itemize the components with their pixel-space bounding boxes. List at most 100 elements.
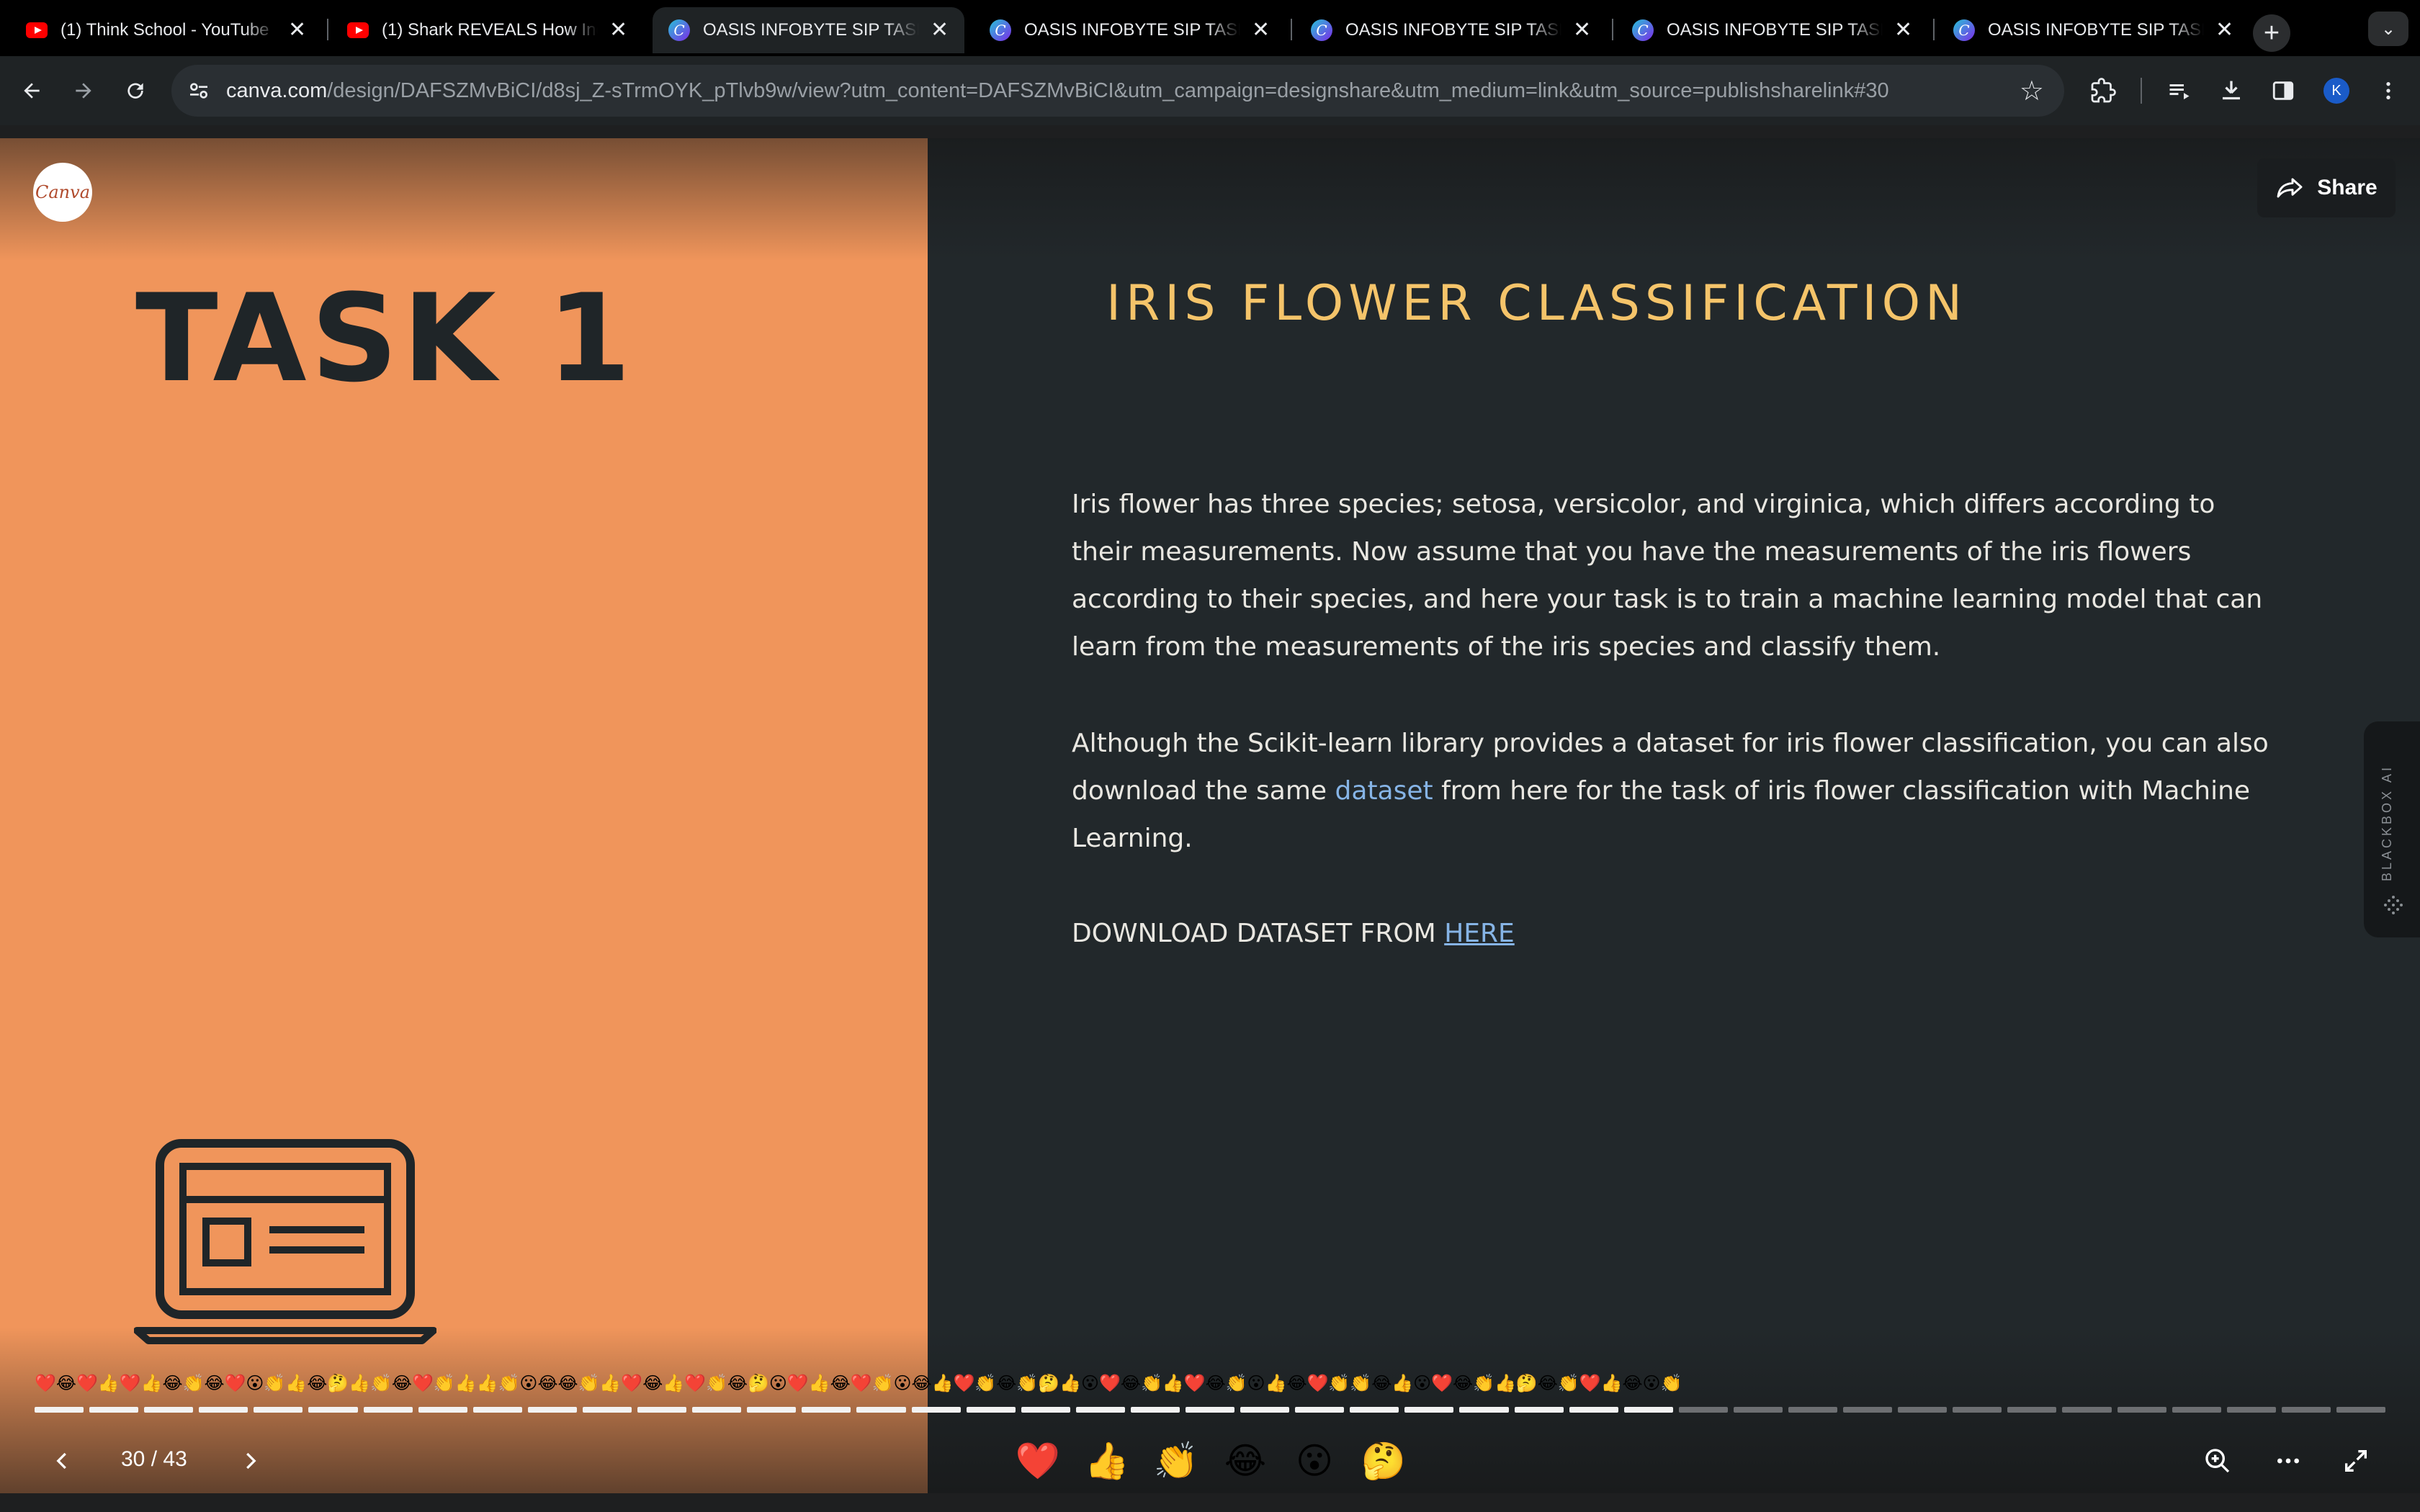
- profile-avatar[interactable]: K: [2323, 78, 2349, 104]
- progress-segment[interactable]: [1459, 1407, 1509, 1413]
- close-tab-icon[interactable]: ✕: [609, 19, 627, 41]
- progress-segment[interactable]: [1898, 1407, 1948, 1413]
- browser-tab[interactable]: C OASIS INFOBYTE SIP TASK ✕: [653, 7, 965, 53]
- react-thumbs-up-button[interactable]: 👍: [1082, 1436, 1132, 1486]
- browser-tab[interactable]: C OASIS INFOBYTE SIP TASK ✕: [1937, 7, 2249, 53]
- next-page-button[interactable]: [225, 1436, 275, 1486]
- url-text: canva.com/design/DAFSZMvBiCI/d8sj_Z-sTrm…: [226, 79, 1889, 103]
- progress-segment[interactable]: [1021, 1407, 1070, 1413]
- close-tab-icon[interactable]: ✕: [2215, 19, 2233, 41]
- progress-segment[interactable]: [527, 1407, 577, 1413]
- canva-logo[interactable]: Canva: [33, 163, 92, 222]
- react-surprised-button[interactable]: 😮: [1289, 1436, 1340, 1486]
- progress-segment[interactable]: [199, 1407, 248, 1413]
- browser-menu-button[interactable]: [2370, 72, 2407, 109]
- download-here-link[interactable]: HERE: [1444, 919, 1515, 948]
- close-tab-icon[interactable]: ✕: [931, 19, 949, 41]
- progress-segment[interactable]: [1514, 1407, 1564, 1413]
- floating-reaction: 😂: [1622, 1374, 1643, 1393]
- floating-reaction: 👏: [1328, 1374, 1350, 1393]
- progress-segment[interactable]: [1733, 1407, 1783, 1413]
- close-tab-icon[interactable]: ✕: [1252, 19, 1270, 41]
- progress-segment[interactable]: [363, 1407, 413, 1413]
- bookmark-star-icon[interactable]: ☆: [2020, 75, 2044, 107]
- progress-segment[interactable]: [1075, 1407, 1125, 1413]
- progress-segment[interactable]: [144, 1407, 194, 1413]
- floating-reaction: 😮: [768, 1374, 787, 1393]
- blackbox-ai-sidebar-tab[interactable]: BLACKBOX AI: [2364, 721, 2420, 937]
- progress-segment[interactable]: [1788, 1407, 1838, 1413]
- floating-reaction: 🤔: [327, 1374, 349, 1393]
- forward-button[interactable]: [65, 72, 102, 109]
- progress-segment[interactable]: [2336, 1407, 2386, 1413]
- back-button[interactable]: [13, 72, 50, 109]
- progress-segment[interactable]: [2281, 1407, 2331, 1413]
- progress-segment[interactable]: [856, 1407, 906, 1413]
- react-laugh-button[interactable]: 😂: [1220, 1436, 1270, 1486]
- tab-separator: [1612, 19, 1613, 40]
- close-tab-icon[interactable]: ✕: [1573, 19, 1591, 41]
- address-bar[interactable]: canva.com/design/DAFSZMvBiCI/d8sj_Z-sTrm…: [171, 65, 2064, 117]
- floating-reaction: 😮: [1642, 1374, 1661, 1393]
- floating-reaction: ❤️: [35, 1374, 56, 1393]
- progress-segment[interactable]: [637, 1407, 687, 1413]
- progress-segment[interactable]: [1953, 1407, 2002, 1413]
- progress-segment[interactable]: [472, 1407, 522, 1413]
- progress-segment[interactable]: [1130, 1407, 1180, 1413]
- progress-segment[interactable]: [89, 1407, 139, 1413]
- progress-segment[interactable]: [1569, 1407, 1618, 1413]
- progress-segment[interactable]: [802, 1407, 851, 1413]
- extensions-button[interactable]: [2084, 72, 2122, 109]
- browser-tab[interactable]: C OASIS INFOBYTE SIP TASK ✕: [974, 7, 1286, 53]
- progress-segment[interactable]: [966, 1407, 1016, 1413]
- new-tab-button[interactable]: +: [2253, 14, 2290, 52]
- close-tab-icon[interactable]: ✕: [1894, 19, 1912, 41]
- browser-tab[interactable]: (1) Shark REVEALS How Indian ✕: [331, 7, 643, 53]
- progress-segment[interactable]: [1678, 1407, 1728, 1413]
- progress-segment[interactable]: [2007, 1407, 2057, 1413]
- previous-page-button[interactable]: [37, 1436, 88, 1486]
- progress-segment[interactable]: [1295, 1407, 1345, 1413]
- site-settings-icon[interactable]: [187, 79, 210, 102]
- browser-tab-title: OASIS INFOBYTE SIP TASK: [1988, 20, 2204, 40]
- share-button[interactable]: Share: [2257, 158, 2396, 217]
- browser-tab[interactable]: C OASIS INFOBYTE SIP TASK ✕: [1295, 7, 1607, 53]
- close-tab-icon[interactable]: ✕: [288, 19, 306, 41]
- progress-segment[interactable]: [35, 1407, 84, 1413]
- progress-segment[interactable]: [2226, 1407, 2276, 1413]
- media-controls-button[interactable]: [2161, 72, 2198, 109]
- floating-reaction: 👏: [1016, 1374, 1039, 1393]
- progress-segment[interactable]: [418, 1407, 467, 1413]
- progress-segment[interactable]: [2062, 1407, 2112, 1413]
- floating-reaction: 😂: [1453, 1374, 1474, 1393]
- side-panel-button[interactable]: [2264, 72, 2302, 109]
- tab-search-button[interactable]: ⌄: [2368, 12, 2408, 46]
- dataset-link[interactable]: dataset: [1335, 776, 1433, 806]
- progress-segment[interactable]: [1240, 1407, 1290, 1413]
- more-options-button[interactable]: [2263, 1436, 2313, 1486]
- progress-segment[interactable]: [1404, 1407, 1454, 1413]
- progress-segment[interactable]: [582, 1407, 632, 1413]
- progress-segment[interactable]: [692, 1407, 742, 1413]
- progress-segment[interactable]: [2117, 1407, 2166, 1413]
- progress-segment[interactable]: [911, 1407, 961, 1413]
- progress-segment[interactable]: [308, 1407, 358, 1413]
- progress-segment[interactable]: [1843, 1407, 1893, 1413]
- zoom-button[interactable]: [2192, 1436, 2243, 1486]
- fullscreen-button[interactable]: [2331, 1436, 2381, 1486]
- progress-segment[interactable]: [1623, 1407, 1673, 1413]
- reload-button[interactable]: [117, 72, 154, 109]
- progress-segment[interactable]: [1185, 1407, 1235, 1413]
- progress-segment[interactable]: [747, 1407, 797, 1413]
- downloads-button[interactable]: [2213, 72, 2250, 109]
- react-thinking-button[interactable]: 🤔: [1358, 1436, 1409, 1486]
- react-heart-button[interactable]: ❤️: [1013, 1436, 1063, 1486]
- progress-segment[interactable]: [1350, 1407, 1399, 1413]
- progress-segment[interactable]: [254, 1407, 303, 1413]
- progress-segment[interactable]: [2172, 1407, 2221, 1413]
- react-clap-button[interactable]: 👏: [1151, 1436, 1201, 1486]
- browser-tab[interactable]: C OASIS INFOBYTE SIP TASK ✕: [1616, 7, 1928, 53]
- browser-tab[interactable]: (1) Think School - YouTube ✕: [10, 7, 322, 53]
- slide-progress-bar[interactable]: [35, 1407, 2386, 1413]
- floating-reaction: 😂: [537, 1374, 558, 1393]
